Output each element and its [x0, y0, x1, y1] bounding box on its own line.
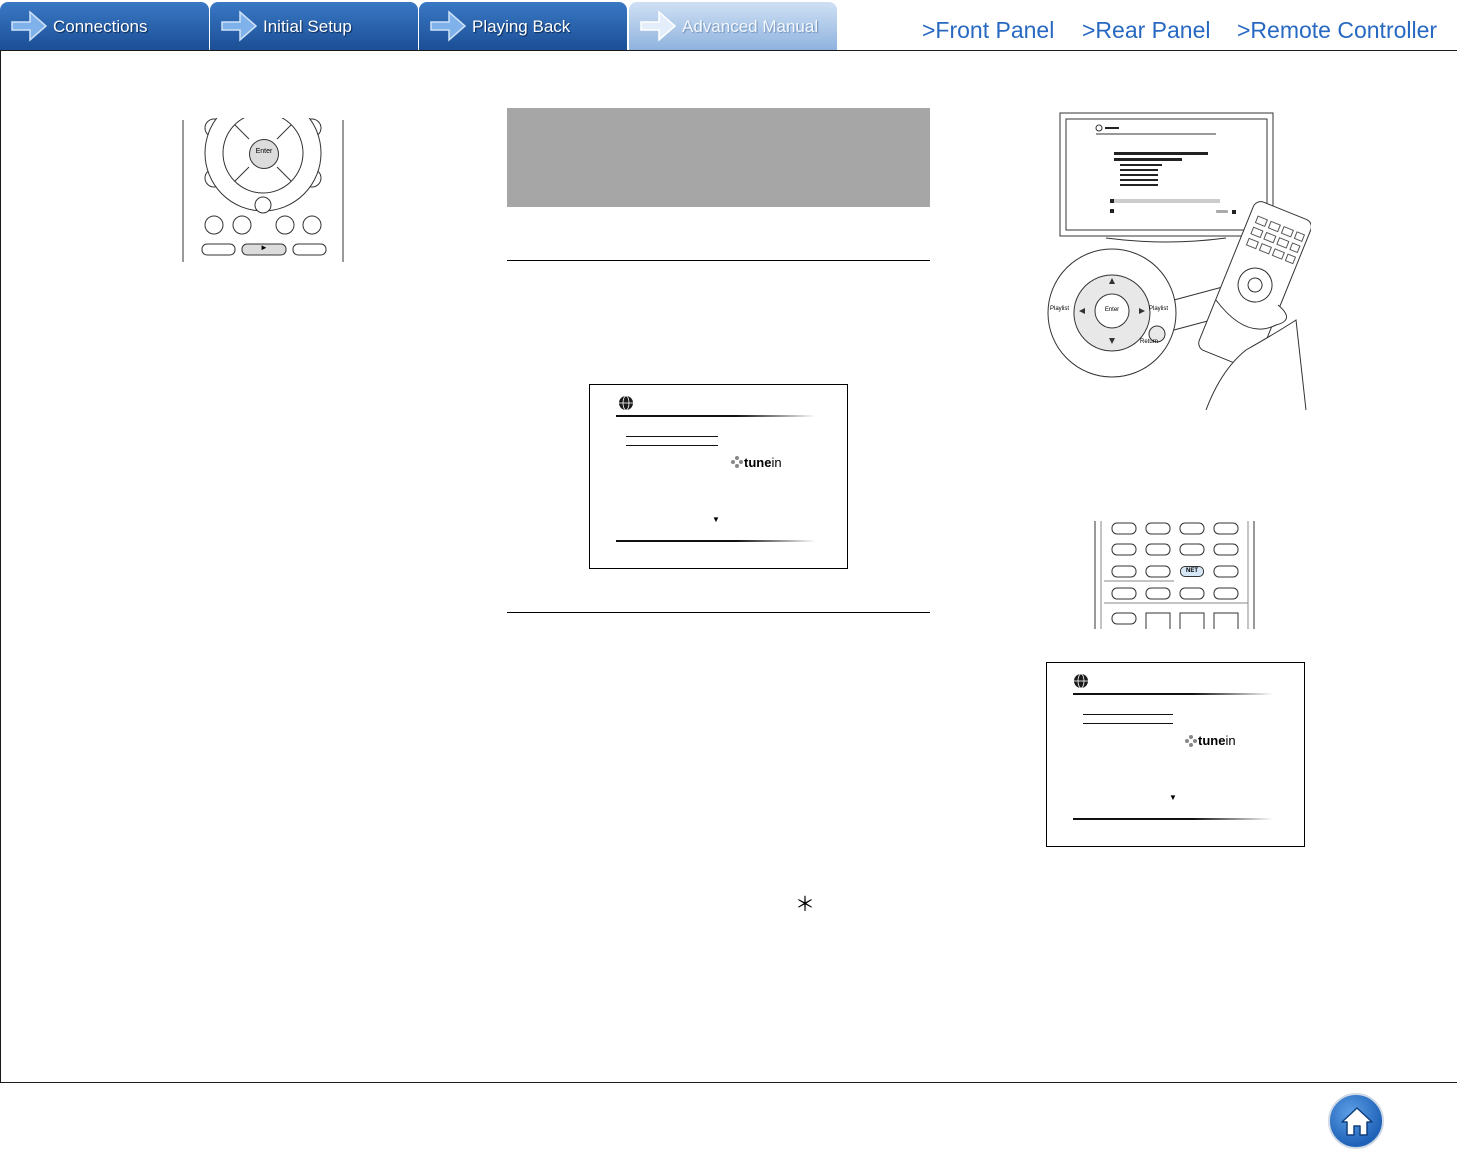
tab-playing-back[interactable]: Playing Back	[419, 2, 627, 50]
front-panel-link[interactable]: >Front Panel	[922, 17, 1054, 44]
frame-left-border	[0, 50, 1, 1083]
menu-line	[1083, 723, 1173, 724]
home-button[interactable]	[1328, 1093, 1384, 1149]
tunein-logo-text: tunein	[744, 455, 782, 470]
tab-label: Initial Setup	[263, 17, 352, 36]
tunein-screen-net: tunein ▼	[1046, 662, 1305, 847]
footnote-asterisk: ＊	[795, 894, 815, 916]
screen-top-rule	[1073, 693, 1273, 695]
scroll-down-arrow: ▼	[1169, 793, 1177, 802]
return-button-label: Return	[1140, 339, 1159, 345]
remote-controller-link[interactable]: >Remote Controller	[1237, 17, 1437, 44]
globe-icon	[1074, 673, 1088, 689]
remote-enter-illustration: Enter ►	[182, 94, 344, 262]
enter-button-label: Enter	[255, 148, 273, 155]
arrow-icon	[430, 10, 467, 42]
tab-label: Playing Back	[472, 17, 571, 36]
tab-advanced-manual[interactable]: Advanced Manual	[629, 2, 837, 50]
net-button-label: NET	[1186, 568, 1198, 574]
section-header-bar	[507, 108, 930, 207]
menu-line	[626, 436, 718, 437]
tunein-logo-text: tunein	[1198, 733, 1236, 748]
scroll-down-arrow: ▼	[712, 515, 720, 524]
arrow-icon	[11, 10, 48, 42]
divider-rule	[507, 612, 930, 613]
home-icon	[1341, 1107, 1373, 1136]
tab-label: Advanced Manual	[682, 17, 819, 36]
divider-rule	[507, 260, 930, 261]
playlist-right-label: Playlist	[1149, 306, 1169, 312]
menu-line	[626, 445, 718, 446]
screen-bottom-rule	[1073, 818, 1273, 820]
tv-drawing	[1047, 112, 1312, 411]
tunein-screen: tunein ▼	[589, 384, 848, 569]
tab-connections[interactable]: Connections	[0, 2, 209, 50]
globe-icon	[619, 395, 633, 411]
menu-line	[1083, 714, 1173, 715]
tunein-logo-icon	[731, 456, 743, 468]
tab-label: Connections	[53, 17, 148, 36]
screen-bottom-rule	[616, 540, 816, 542]
screen-top-rule	[616, 415, 816, 417]
enter-button-label: Enter	[1104, 307, 1120, 313]
tunein-logo-icon	[1185, 735, 1197, 747]
rear-panel-link[interactable]: >Rear Panel	[1082, 17, 1211, 44]
remote-net-illustration: NET	[1094, 521, 1256, 629]
frame-bottom-border	[0, 1082, 1457, 1083]
tab-initial-setup[interactable]: Initial Setup	[210, 2, 418, 50]
arrow-icon	[221, 10, 258, 42]
play-button[interactable]: ►	[242, 243, 286, 252]
frame-top-border	[0, 50, 1457, 51]
arrow-icon	[640, 10, 677, 42]
remote-keypad-drawing	[1094, 521, 1255, 629]
tv-remote-illustration: Playlist Playlist Enter Return	[1046, 110, 1312, 411]
playlist-left-label: Playlist	[1050, 306, 1070, 312]
